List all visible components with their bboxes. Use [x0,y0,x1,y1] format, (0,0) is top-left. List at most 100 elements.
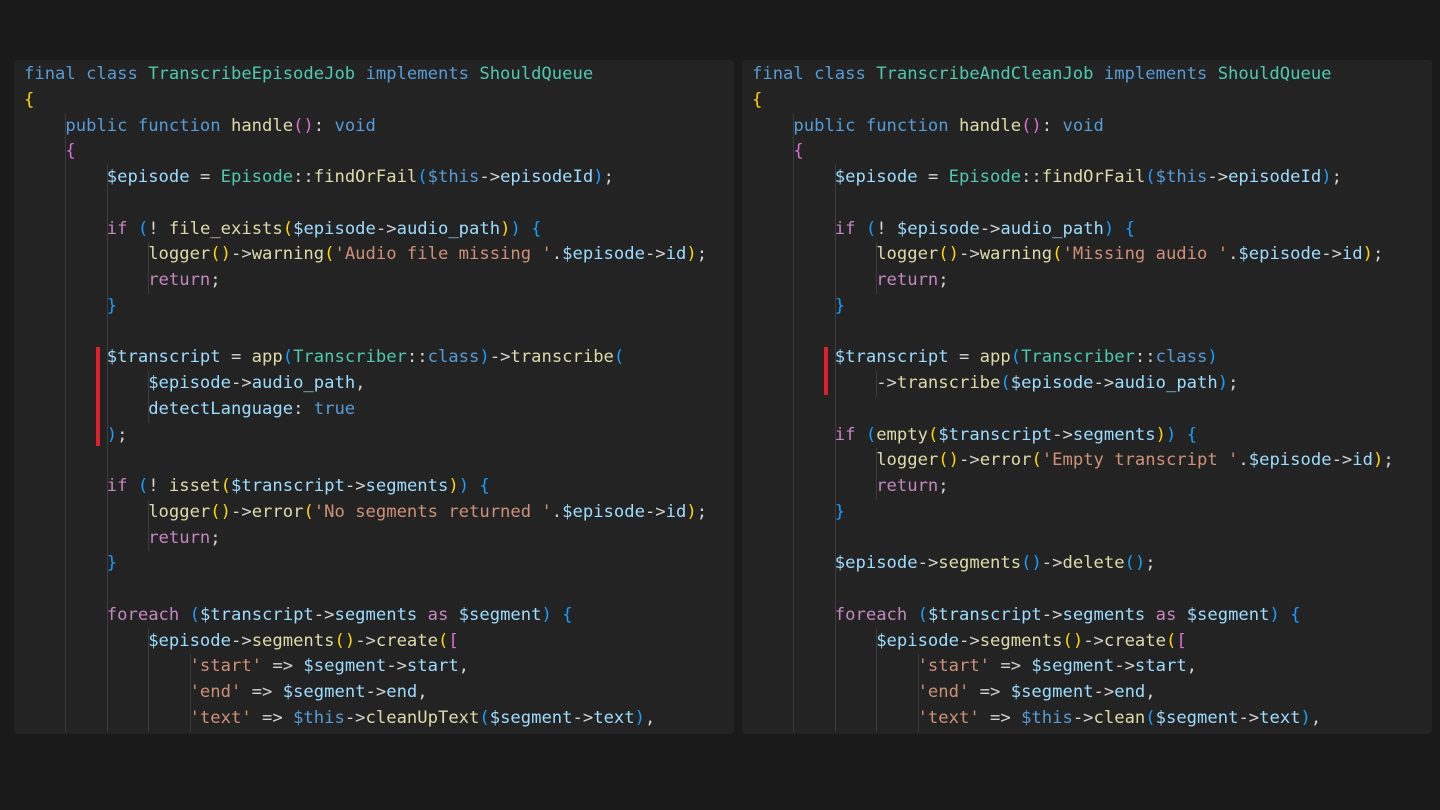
code-token: () [210,244,231,265]
code-token: void [334,115,376,136]
code-token: delete [1062,553,1125,574]
code-line: return; [24,268,734,294]
code-token: ) [1155,424,1166,445]
code-token: transcribe [896,373,1001,393]
code-token: () [938,450,959,471]
code-token: isset [168,476,221,496]
code-token: ; [696,501,708,522]
code-line: ); [24,423,734,449]
code-token: = [948,347,980,368]
code-token: audio_path [396,218,501,239]
code-token: -> [876,373,897,393]
code-token: { [24,89,35,110]
code-line: 'text' => $this->clean($segment->text), [752,706,1432,732]
code-token: ) [1207,347,1218,368]
code-token: segments [365,476,449,496]
code-token: segments [1072,424,1156,445]
code-token: void [1062,115,1104,136]
code-token: $episode [148,373,231,393]
diff-change-marker [823,347,828,395]
code-token: } [106,553,118,574]
code-token: ; [1228,373,1239,393]
code-token: $segment [1031,656,1115,677]
code-token: 'text' [189,707,252,728]
code-token: ( [137,476,149,496]
code-token: ( [1052,244,1063,265]
code-token: : [313,115,335,136]
code-token: -> [1041,553,1063,574]
code-token: ) [686,244,697,265]
code-token: ( [917,604,928,625]
code-token: ( [324,244,335,265]
code-token: -> [917,553,939,574]
code-token: return [876,476,939,496]
code-token: ( [282,347,294,368]
code-line: $transcript = app(Transcriber::class)->t… [24,345,734,371]
code-token: -> [644,244,666,265]
code-token: ) [1372,450,1384,471]
code-token: -> [1072,707,1094,728]
code-line: return; [752,268,1432,294]
code-token: 'No segments returned ' [313,501,552,522]
code-token: -> [958,244,980,265]
code-token: . [1238,450,1249,471]
code-token: ShouldQueue [1217,64,1332,84]
code-token: handle [958,115,1022,136]
code-token: $this [427,167,480,187]
code-token: ( [220,476,232,496]
indent-guide [917,654,919,732]
code-token: , [417,682,428,702]
indent-guide [834,165,836,732]
code-token: () [1021,115,1042,136]
code-token: { [479,476,490,496]
code-token: end [1114,682,1146,702]
code-line: $episode = Episode::findOrFail($this->ep… [752,165,1432,191]
code-token: $transcript [106,347,221,368]
code-token: $transcript [927,604,1042,625]
code-line: foreach ($transcript->segments as $segme… [752,603,1432,629]
code-token: start [1134,656,1187,677]
indent-guide [148,242,150,294]
code-token: -> [1207,167,1229,187]
code-token: ) [686,501,697,522]
code-token: create [1103,630,1166,651]
indent-guide [876,448,878,500]
code-token: TranscribeAndCleanJob [876,64,1094,84]
indent-guide [148,499,150,552]
code-token: Transcriber [293,347,407,368]
code-token: ) [500,218,511,239]
code-token: => [979,707,1022,728]
code-token: foreach [834,604,918,625]
code-token: $segment [1186,604,1270,625]
code-token: ( [303,501,314,522]
code-token: ; [938,476,949,496]
code-token: } [106,295,118,316]
code-token: [ [448,630,459,651]
code-token: 'start' [917,656,991,677]
code-token: -> [958,630,980,651]
code-token: $episode [834,167,918,187]
code-token: $segment [458,604,542,625]
indent-guide [148,371,150,423]
code-token: ; [117,424,128,445]
code-line: $episode->audio_path, [24,371,734,397]
code-token: audio_path [1114,373,1218,393]
code-line: public function handle(): void [24,114,734,140]
code-token: public function [65,115,231,136]
code-token: ; [210,270,221,290]
code-token: $episode [106,167,190,187]
code-token: { [531,218,542,239]
code-token: app [251,347,283,368]
code-token: $episode [1010,373,1094,393]
code-token: => [990,656,1032,677]
code-token: ( [1031,450,1042,471]
code-token: ; [1383,450,1394,471]
code-token: segments [251,630,335,651]
code-token: ( [437,630,449,651]
